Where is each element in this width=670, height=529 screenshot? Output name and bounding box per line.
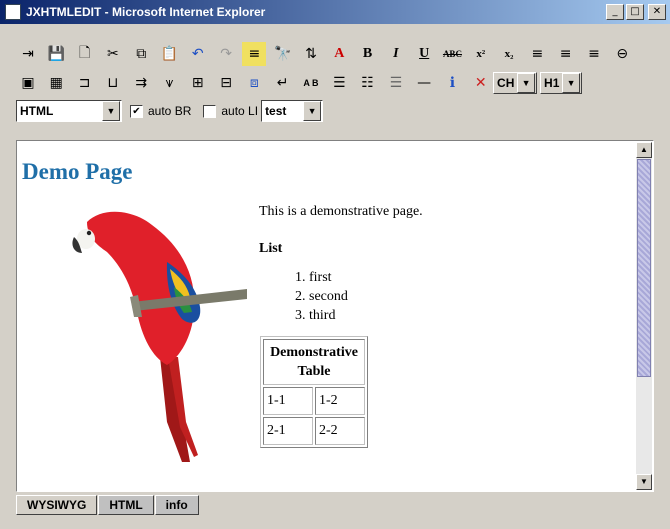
small-caps-icon[interactable]: A B <box>299 71 323 95</box>
chevron-down-icon: ▼ <box>102 101 120 121</box>
replace-icon[interactable]: ⇅ <box>299 42 323 66</box>
align-right-icon[interactable]: ≡ <box>582 42 606 66</box>
demo-paragraph: This is a demonstrative page. <box>259 204 423 219</box>
app-icon <box>5 4 21 20</box>
demo-table: Demonstrative Table 1-1 1-2 2-1 2-2 <box>260 336 368 448</box>
table-row: 2-1 2-2 <box>263 417 365 445</box>
align-left-icon[interactable]: ≡ <box>525 42 549 66</box>
scroll-up-icon[interactable]: ▲ <box>636 142 652 158</box>
line-break-icon[interactable]: ↵ <box>271 71 295 95</box>
toolbar-row-2: ▣ ▦ ⊐ ⊔ ⇉ ⩛ ⊞ ⊟ ⧈ ↵ A B ☰ ☷ ☰ — ℹ ✕ CH ▼… <box>16 71 583 95</box>
copy-icon[interactable]: ⧉ <box>129 42 153 66</box>
tab-html[interactable]: HTML <box>98 495 154 515</box>
find-icon[interactable]: 🔭 <box>271 42 295 66</box>
delete-col-icon[interactable]: ⩛ <box>157 71 181 95</box>
paste-icon[interactable]: 📋 <box>157 42 181 66</box>
bold-icon[interactable]: B <box>356 42 380 66</box>
delete-icon[interactable]: ✕ <box>469 71 493 95</box>
delete-row-icon[interactable]: ⇉ <box>129 71 153 95</box>
strikethrough-icon[interactable]: ABC <box>440 42 464 66</box>
split-cells-icon[interactable]: ⊟ <box>214 71 238 95</box>
minimize-button[interactable]: _ <box>606 4 624 20</box>
vertical-scrollbar[interactable]: ▲ ▼ <box>636 142 652 490</box>
heading-select[interactable]: H1 ▼ <box>540 72 583 94</box>
chevron-down-icon: ▼ <box>517 73 536 93</box>
title-bar: JXHTMLEDIT - Microsoft Internet Explorer… <box>0 0 670 24</box>
scrollbar-thumb[interactable] <box>637 159 651 377</box>
options-row: HTML ▼ ✔ auto BR auto LI test ▼ <box>16 100 324 122</box>
table-cell: 2-1 <box>263 417 313 445</box>
list-heading: List <box>259 241 283 256</box>
new-icon[interactable]: 🗋 <box>73 42 97 66</box>
save-icon[interactable]: 💾 <box>44 42 68 66</box>
link-icon[interactable]: ⊖ <box>610 42 634 66</box>
merge-cells-icon[interactable]: ⊞ <box>186 71 210 95</box>
undo-icon[interactable]: ↶ <box>186 42 210 66</box>
insert-col-icon[interactable]: ⊔ <box>101 71 125 95</box>
table-icon[interactable]: ▦ <box>44 71 68 95</box>
list-item: second <box>309 287 348 306</box>
tab-wysiwyg[interactable]: WYSIWYG <box>16 495 98 515</box>
indent-list-icon[interactable]: ☰ <box>384 71 408 95</box>
page-title: Demo Page <box>22 159 133 184</box>
info-icon[interactable]: ℹ <box>440 71 464 95</box>
list-item: first <box>309 268 348 287</box>
parrot-image <box>72 211 247 462</box>
auto-li-checkbox[interactable] <box>203 104 217 118</box>
table-cell: 1-2 <box>315 387 365 415</box>
tab-info[interactable]: info <box>154 495 199 515</box>
demo-list: first second third <box>269 268 348 325</box>
lang-select[interactable]: CH ▼ <box>493 72 538 94</box>
close-button[interactable]: ✕ <box>648 4 666 20</box>
table-header: Demonstrative Table <box>263 339 365 385</box>
chevron-down-icon: ▼ <box>562 73 581 93</box>
image-icon[interactable]: ▣ <box>16 71 40 95</box>
toolbar-row-1: ⇥ 💾 🗋 ✂ ⧉ 📋 ↶ ↷ ≡ 🔭 ⇅ A B I U ABC x² x₂ … <box>16 42 639 66</box>
superscript-icon[interactable]: x² <box>469 42 493 66</box>
redo-icon[interactable]: ↷ <box>214 42 238 66</box>
bullet-list-icon[interactable]: ☰ <box>327 71 351 95</box>
highlight-icon[interactable]: ≡ <box>242 42 267 66</box>
style-select[interactable]: test ▼ <box>261 100 324 122</box>
numbered-list-icon[interactable]: ☷ <box>356 71 380 95</box>
align-center-icon[interactable]: ≡ <box>554 42 578 66</box>
underline-icon[interactable]: U <box>412 42 436 66</box>
italic-icon[interactable]: I <box>384 42 408 66</box>
table-cell: 1-1 <box>263 387 313 415</box>
view-mode-select[interactable]: HTML ▼ <box>16 100 122 122</box>
font-color-icon[interactable]: A <box>327 42 351 66</box>
scroll-down-icon[interactable]: ▼ <box>636 474 652 490</box>
subscript-icon[interactable]: x₂ <box>497 42 521 66</box>
maximize-button[interactable]: □ <box>626 4 644 20</box>
insert-row-icon[interactable]: ⊐ <box>73 71 97 95</box>
horizontal-rule-icon[interactable]: — <box>412 71 436 95</box>
import-icon[interactable]: ⇥ <box>16 42 40 66</box>
wysiwyg-editor[interactable]: Demo Page This is a demonstrative page. … <box>16 140 654 492</box>
auto-br-label: auto BR <box>148 104 192 118</box>
auto-br-checkbox[interactable]: ✔ <box>130 104 143 118</box>
auto-li-label: auto LI <box>221 104 259 118</box>
chevron-down-icon: ▼ <box>303 101 322 121</box>
view-tabs: WYSIWYG HTML info <box>16 495 200 515</box>
layers-icon[interactable]: ⧈ <box>242 71 266 95</box>
window-title: JXHTMLEDIT - Microsoft Internet Explorer <box>26 5 266 19</box>
list-item: third <box>309 306 348 325</box>
table-row: 1-1 1-2 <box>263 387 365 415</box>
table-cell: 2-2 <box>315 417 365 445</box>
table-row: Demonstrative Table <box>263 339 365 385</box>
cut-icon[interactable]: ✂ <box>101 42 125 66</box>
